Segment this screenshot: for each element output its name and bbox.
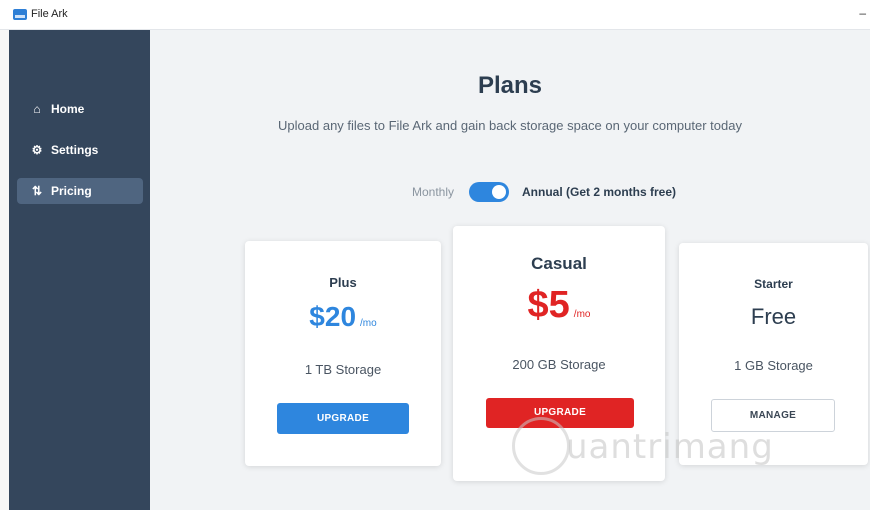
sidebar-item-settings[interactable]: ⚙ Settings xyxy=(17,137,143,163)
minimize-button[interactable]: – xyxy=(859,6,866,20)
app-icon xyxy=(13,9,27,20)
billing-toggle[interactable] xyxy=(469,182,509,202)
plan-name: Starter xyxy=(754,277,793,291)
title-bar: File Ark – xyxy=(0,0,870,30)
plan-price: $20/mo xyxy=(245,301,441,333)
plan-storage: 1 GB Storage xyxy=(734,358,813,373)
page-title: Plans xyxy=(477,72,543,99)
upgrade-button-plus[interactable]: UPGRADE xyxy=(277,403,409,434)
page-subtitle: Upload any files to File Ark and gain ba… xyxy=(278,118,742,133)
plan-card-plus: Plus $20/mo 1 TB Storage UPGRADE xyxy=(245,241,441,466)
price-amount: Free xyxy=(750,304,797,329)
plan-storage: 200 GB Storage xyxy=(512,357,606,372)
monthly-label[interactable]: Monthly xyxy=(412,185,454,199)
price-period: /mo xyxy=(360,318,377,329)
window-title: File Ark xyxy=(31,8,68,20)
toggle-knob xyxy=(492,185,506,199)
home-icon: ⌂ xyxy=(33,102,41,116)
sidebar-item-label: Settings xyxy=(51,143,99,157)
sort-icon: ⇅ xyxy=(31,184,43,198)
plan-name: Casual xyxy=(531,254,587,273)
plan-name: Plus xyxy=(329,275,357,290)
sidebar-item-label: Pricing xyxy=(51,184,92,198)
price-period: /mo xyxy=(573,309,591,320)
window-frame xyxy=(0,30,9,510)
price-amount: $20 xyxy=(309,301,357,332)
watermark-text: uantrimang xyxy=(566,427,774,467)
plan-price: Free xyxy=(679,304,868,330)
watermark-logo xyxy=(512,417,570,475)
plan-price: $5/mo xyxy=(453,284,665,327)
plan-storage: 1 TB Storage xyxy=(304,362,382,377)
gear-icon: ⚙ xyxy=(31,143,43,157)
billing-toggle-row: Monthly Annual (Get 2 months free) xyxy=(150,182,870,204)
sidebar-item-pricing[interactable]: ⇅ Pricing xyxy=(17,178,143,204)
annual-label[interactable]: Annual (Get 2 months free) xyxy=(522,185,676,199)
price-amount: $5 xyxy=(527,284,570,326)
sidebar-item-label: Home xyxy=(51,102,85,116)
sidebar: ⌂ Home ⚙ Settings ⇅ Pricing xyxy=(9,30,150,510)
